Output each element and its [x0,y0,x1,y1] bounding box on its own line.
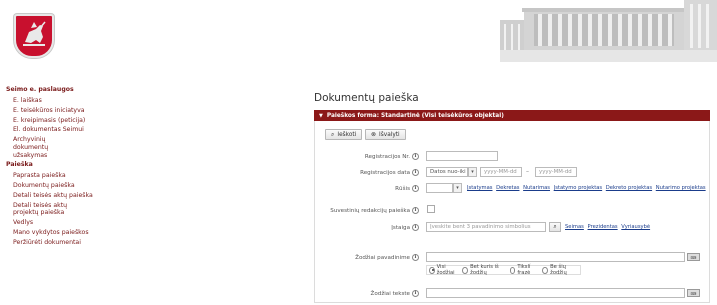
type-link[interactable]: Dekretas [496,185,519,191]
institution-link[interactable]: Vyriausybė [621,224,650,230]
type-link[interactable]: Nutarimas [523,185,550,191]
date-range-select[interactable]: Datos nuo-iki [426,167,468,177]
info-icon[interactable]: i [412,169,419,176]
radio-any-word[interactable]: Bet kuris iš žodžių [462,264,504,276]
text-words-label-text: Žodžiai tekste [370,291,410,297]
main-content: Dokumentų paieška ▼ Paieškos forma: Stan… [314,92,710,303]
radio-label: Tikslí frazė [517,264,531,276]
search-icon: ⌕ [553,223,557,230]
sidebar-item-archyviniu-dokumentu[interactable]: Archyvinių dokumentų užsakymas [13,136,71,159]
text-words-input[interactable] [426,288,685,298]
search-button[interactable]: ⌕ Ieškoti [325,129,363,140]
sidebar-item-detali-projektu[interactable]: Detali teisės aktų projektų paieška [13,202,83,218]
radio-label: Visi žodžiai [436,264,455,276]
institution-label-text: Įstaiga [391,225,410,231]
title-words-label-text: Žodžiai pavadinime [355,255,410,261]
radio-dot [429,266,435,274]
consolidated-checkbox[interactable] [427,205,435,213]
search-icon: ⌕ [331,130,335,138]
radio-dot [462,266,469,274]
type-select[interactable] [426,183,453,193]
institution-search-button[interactable]: ⌕ [549,222,561,232]
radio-dot [509,266,516,274]
chevron-down-icon[interactable]: ▾ [468,167,477,177]
search-form-panel-header[interactable]: ▼ Paieškos forma: Standartinė (Visi teis… [314,110,710,121]
institution-quick-links: Seimas Prezidentas Vyriausybė [565,224,652,230]
chevron-down-icon[interactable]: ▾ [453,183,462,193]
sidebar-item-e-teisekuros-iniciatyva[interactable]: E. teisėkūros iniciatyva [13,107,131,115]
date-from-input[interactable]: yyyy-MM-dd [480,167,522,177]
sidebar-item-paprasta-paieska[interactable]: Paprasta paieška [13,172,131,180]
radio-all-words[interactable]: Visi žodžiai [429,264,457,276]
info-icon[interactable]: i [412,254,419,261]
radio-exact-phrase[interactable]: Tikslí frazė [509,264,538,276]
type-label: Rūšis i [309,185,419,192]
reg-no-label-text: Registracijos Nr. [364,154,410,160]
reg-no-label: Registracijos Nr. i [309,153,419,160]
sidebar-item-perziureti[interactable]: Peržiūrėti dokumentai [13,239,131,247]
type-label-text: Rūšis [395,186,410,192]
sidebar-section-title-paieska: Paieška [6,161,33,169]
date-dash: – [526,168,529,175]
info-icon[interactable]: i [412,290,419,297]
radio-without-words[interactable]: Be šių žodžių [542,264,575,276]
reg-no-input[interactable] [426,151,498,161]
type-link[interactable]: Dekreto projektas [606,185,652,191]
type-link[interactable]: Įstatymas [467,185,492,191]
info-icon[interactable]: i [412,207,419,214]
type-link[interactable]: Įstatymo projektas [554,185,602,191]
sidebar-item-mano-paieskos[interactable]: Mano vykdytos paieškos [13,229,131,237]
clear-button[interactable]: ⊗ Išvalyti [365,129,406,140]
consolidated-label: Suvestinių redakcijų paieška i [309,207,419,214]
search-form-panel: ⌕ Ieškoti ⊗ Išvalyti Registracijos Nr. i … [314,121,710,303]
collapse-triangle-icon: ▼ [319,112,323,119]
coat-of-arms-icon[interactable] [14,14,54,58]
institution-label: Įstaiga i [309,224,419,231]
sidebar-item-e-kreipimasis[interactable]: E. kreipimasis (peticija) [13,117,131,125]
sidebar-section-title: Seimo e. paslaugos [6,86,74,93]
sidebar: Seimo e. paslaugos E. laiškas E. teisėkū… [6,86,131,248]
radio-dot [542,266,549,274]
type-link[interactable]: Nutarimo projektas [656,185,706,191]
institution-input[interactable]: Įveskite bent 3 pavadinimo simbolius [426,222,546,232]
sidebar-item-detali-teises-aktu[interactable]: Detali teisės aktų paieška [13,192,131,200]
clear-button-label: Išvalyti [379,131,400,138]
seimas-building-image [500,0,717,62]
institution-link[interactable]: Seimas [565,224,584,230]
sidebar-item-dokumentu-paieska[interactable]: Dokumentų paieška [13,182,131,190]
reg-date-label-text: Registracijos data [360,170,410,176]
sidebar-item-vedlys[interactable]: Vedlys [13,219,131,227]
date-to-input[interactable]: yyyy-MM-dd [535,167,577,177]
word-match-radio-group: Visi žodžiai Bet kuris iš žodžių Tikslí … [426,264,581,276]
header [0,0,717,72]
panel-title: Paieškos forma: Standartinė (Visi teisėk… [326,112,504,119]
institution-link[interactable]: Prezidentas [588,224,618,230]
sidebar-item-el-dokumentas[interactable]: El. dokumentas Seimui [13,126,131,134]
page-title: Dokumentų paieška [314,92,419,104]
keyboard-icon[interactable]: ⌨ [687,289,700,297]
title-words-input[interactable] [426,252,685,262]
info-icon[interactable]: i [412,224,419,231]
consolidated-label-text: Suvestinių redakcijų paieška [330,208,410,214]
clear-icon: ⊗ [371,131,377,138]
text-words-label: Žodžiai tekste i [309,290,419,297]
radio-label: Bet kuris iš žodžių [470,264,499,276]
sidebar-item-e-laiskas[interactable]: E. laiškas [13,97,131,105]
type-quick-links: Įstatymas Dekretas Nutarimas Įstatymo pr… [467,185,708,191]
info-icon[interactable]: i [412,153,419,160]
reg-date-label: Registracijos data i [309,169,419,176]
title-words-label: Žodžiai pavadinime i [309,254,419,261]
keyboard-icon[interactable]: ⌨ [687,253,700,261]
info-icon[interactable]: i [412,185,419,192]
search-button-label: Ieškoti [337,131,357,138]
radio-label: Be šių žodžių [550,264,567,276]
